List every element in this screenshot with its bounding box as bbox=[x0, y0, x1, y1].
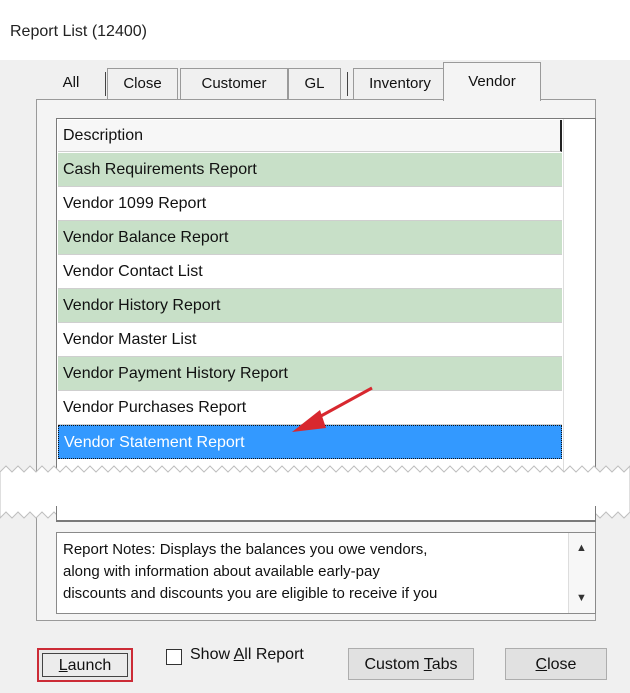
launch-label-rest: aunch bbox=[67, 657, 112, 674]
tab-gl[interactable]: GL bbox=[288, 68, 341, 99]
launch-label-hotkey: L bbox=[58, 657, 68, 674]
description-column-header[interactable]: Description bbox=[58, 120, 562, 152]
tab-separator bbox=[347, 72, 348, 96]
launch-button[interactable]: Launch bbox=[37, 648, 133, 682]
report-notes-box: Report Notes: Displays the balances you … bbox=[56, 532, 596, 614]
list-scrollbar[interactable] bbox=[563, 119, 594, 521]
custom-tabs-rest: abs bbox=[431, 656, 458, 673]
listbox-bottom bbox=[56, 506, 596, 521]
list-item[interactable]: Vendor Master List bbox=[58, 323, 562, 357]
checkbox-icon[interactable] bbox=[166, 649, 182, 665]
notes-scrollbar[interactable]: ▲ ▼ bbox=[568, 533, 595, 613]
report-notes-text: Report Notes: Displays the balances you … bbox=[63, 541, 438, 602]
scroll-down-icon[interactable]: ▼ bbox=[576, 592, 587, 604]
list-item[interactable]: Vendor Balance Report bbox=[58, 221, 562, 255]
tab-customer[interactable]: Customer bbox=[180, 68, 288, 99]
title-bar: Report List (12400) bbox=[0, 0, 630, 61]
show-all-hotkey: A bbox=[233, 646, 245, 663]
tab-inventory[interactable]: Inventory bbox=[353, 68, 446, 99]
close-hotkey: C bbox=[535, 656, 548, 673]
show-all-report-label[interactable]: Show All Report bbox=[190, 646, 304, 664]
close-button[interactable]: Close bbox=[505, 648, 607, 680]
list-item[interactable]: Cash Requirements Report bbox=[58, 153, 562, 187]
close-rest: lose bbox=[547, 656, 577, 673]
show-all-prefix: Show bbox=[190, 646, 234, 663]
custom-tabs-button[interactable]: Custom Tabs bbox=[348, 648, 474, 680]
show-all-rest: ll Report bbox=[244, 646, 304, 663]
tab-all[interactable]: All bbox=[40, 68, 102, 98]
custom-tabs-prefix: Custom bbox=[364, 656, 424, 673]
list-item[interactable]: Vendor History Report bbox=[58, 289, 562, 323]
annotation-arrow-icon bbox=[292, 386, 373, 432]
report-list-window: Report List (12400) All Close Customer G… bbox=[0, 0, 630, 693]
scroll-up-icon[interactable]: ▲ bbox=[576, 542, 587, 554]
list-item[interactable]: Vendor 1099 Report bbox=[58, 187, 562, 221]
tab-separator bbox=[105, 72, 106, 96]
window-title: Report List (12400) bbox=[10, 23, 147, 40]
tab-close[interactable]: Close bbox=[107, 68, 178, 99]
list-item[interactable]: Vendor Contact List bbox=[58, 255, 562, 289]
launch-button-face[interactable]: Launch bbox=[42, 653, 128, 677]
custom-tabs-hotkey: T bbox=[423, 656, 432, 673]
tab-vendor[interactable]: Vendor bbox=[443, 62, 541, 101]
